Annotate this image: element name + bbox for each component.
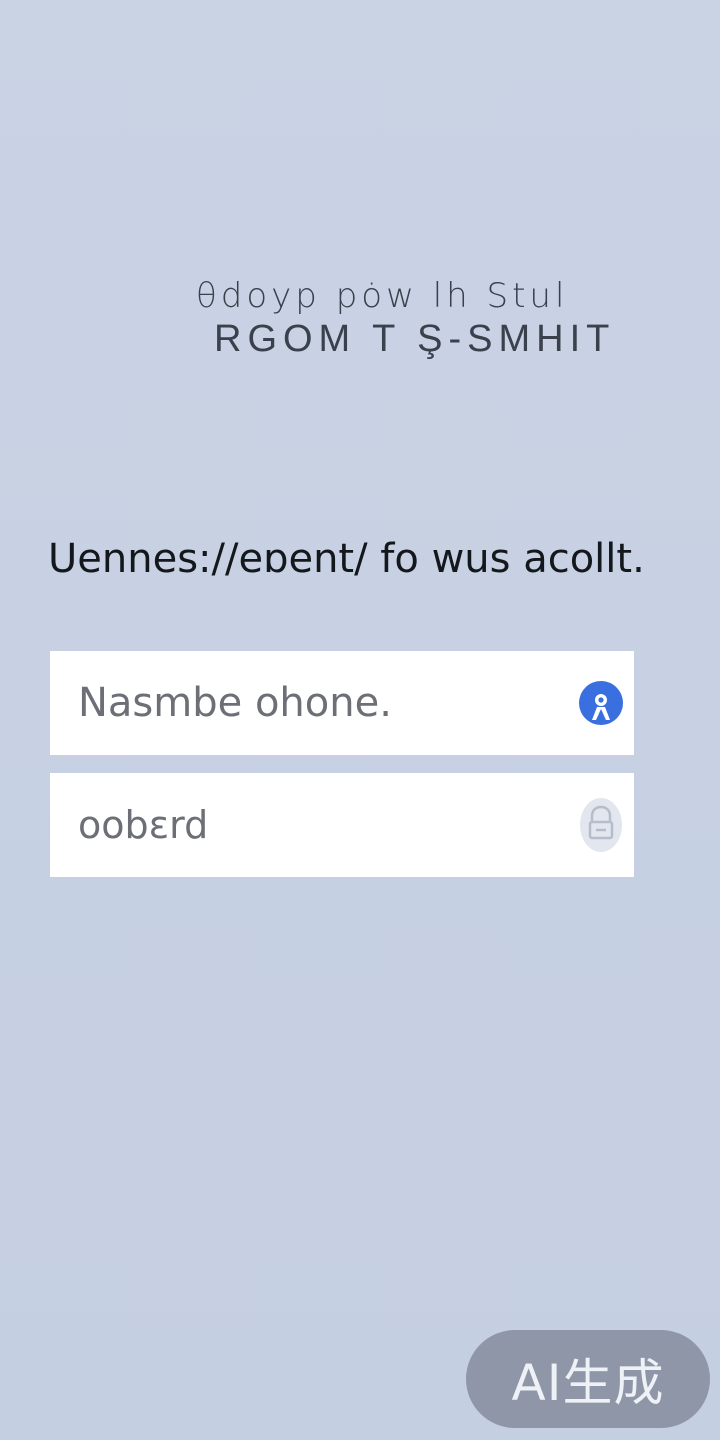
page-heading: Uennes://eɒent/ fo wus acollt.	[48, 536, 645, 582]
ai-generated-label: AI生成	[511, 1354, 665, 1412]
password-value: oobɛrd	[78, 803, 209, 847]
ai-generated-badge: AI生成	[466, 1330, 710, 1428]
logo-line-1: θdoyp pȯw lh Stul	[196, 276, 569, 316]
location-pin-icon[interactable]	[578, 680, 624, 726]
lock-icon[interactable]	[578, 798, 624, 852]
name-phone-field[interactable]: Nasmbe ohone.	[50, 651, 634, 755]
app-logo: θdoyp pȯw lh Stul RGOM T Ş-SMHIT	[190, 276, 610, 376]
logo-line-2: RGOM T Ş-SMHIT	[214, 318, 616, 360]
name-phone-value: Nasmbe ohone.	[78, 680, 392, 726]
password-field[interactable]: oobɛrd	[50, 773, 634, 877]
